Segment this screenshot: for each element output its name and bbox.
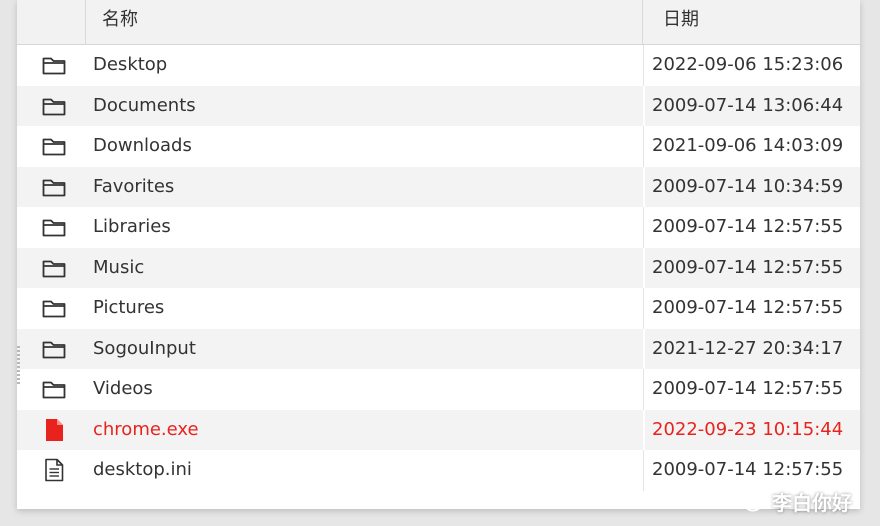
column-divider — [643, 126, 644, 167]
executable-file-icon — [41, 417, 67, 443]
file-name[interactable]: Downloads — [93, 126, 192, 166]
folder-icon — [41, 174, 67, 200]
wechat-icon — [735, 490, 762, 512]
file-date: 2009-07-14 12:57:55 — [652, 297, 844, 318]
icon-column-header[interactable] — [17, 0, 86, 44]
column-divider — [643, 166, 645, 207]
file-row[interactable]: Downloads 2021-09-06 14:03:09 — [17, 126, 860, 167]
file-browser-panel: 名称 日期 Desktop 2022-09-06 15:23:06 Document… — [17, 0, 860, 509]
file-row[interactable]: Music 2009-07-14 12:57:55 — [17, 247, 860, 288]
name-column-header[interactable]: 名称 — [86, 0, 643, 44]
watermark: 李白你好 — [734, 486, 852, 516]
file-row[interactable]: Documents 2009-07-14 13:06:44 — [17, 85, 860, 126]
column-divider — [643, 450, 644, 491]
folder-icon — [41, 376, 67, 402]
date-column-header[interactable]: 日期 — [644, 0, 860, 44]
column-divider — [643, 85, 645, 126]
folder-icon — [41, 295, 67, 321]
file-date: 2022-09-06 15:23:06 — [652, 54, 844, 75]
file-name[interactable]: Libraries — [93, 207, 171, 247]
column-divider — [643, 288, 644, 329]
file-row[interactable]: SogouInput 2021-12-27 20:34:17 — [17, 328, 860, 369]
file-name[interactable]: Music — [93, 248, 144, 288]
file-row[interactable]: Videos 2009-07-14 12:57:55 — [17, 369, 860, 410]
column-divider — [643, 328, 645, 369]
folder-icon — [41, 93, 67, 119]
column-divider — [643, 45, 644, 86]
file-row[interactable]: chrome.exe 2022-09-23 10:15:44 — [17, 409, 860, 450]
file-name[interactable]: chrome.exe — [93, 410, 199, 450]
file-row[interactable]: desktop.ini 2009-07-14 12:57:55 — [17, 450, 860, 491]
column-divider — [643, 409, 645, 450]
file-date: 2009-07-14 12:57:55 — [652, 256, 844, 278]
column-divider — [643, 247, 645, 288]
file-date: 2009-07-14 12:57:55 — [652, 459, 844, 480]
file-name[interactable]: Favorites — [93, 167, 174, 207]
file-row[interactable]: Favorites 2009-07-14 10:34:59 — [17, 166, 860, 207]
file-name[interactable]: Videos — [93, 369, 153, 409]
watermark-text: 李白你好 — [772, 490, 852, 515]
file-date: 2009-07-14 13:06:44 — [652, 94, 844, 116]
file-name[interactable]: SogouInput — [93, 329, 196, 369]
file-name[interactable]: Pictures — [93, 288, 164, 328]
folder-icon — [41, 52, 67, 78]
file-date: 2021-12-27 20:34:17 — [652, 337, 844, 359]
file-list: Desktop 2022-09-06 15:23:06 Documents 2009-… — [17, 45, 860, 491]
file-name[interactable]: Desktop — [93, 45, 167, 85]
text-file-icon — [41, 457, 67, 483]
file-row[interactable]: Pictures 2009-07-14 12:57:55 — [17, 288, 860, 329]
file-name[interactable]: desktop.ini — [93, 450, 192, 490]
resize-handle[interactable] — [17, 346, 20, 386]
folder-icon — [41, 255, 67, 281]
file-name[interactable]: Documents — [93, 86, 196, 126]
file-date: 2022-09-23 10:15:44 — [652, 418, 844, 440]
file-date: 2021-09-06 14:03:09 — [652, 135, 844, 156]
file-row[interactable]: Desktop 2022-09-06 15:23:06 — [17, 45, 860, 86]
folder-icon — [41, 214, 67, 240]
file-date: 2009-07-14 12:57:55 — [652, 216, 844, 237]
file-row[interactable]: Libraries 2009-07-14 12:57:55 — [17, 207, 860, 248]
file-date: 2009-07-14 10:34:59 — [652, 175, 844, 197]
folder-icon — [41, 336, 67, 362]
file-date: 2009-07-14 12:57:55 — [652, 378, 844, 399]
column-divider — [643, 207, 644, 248]
column-divider — [643, 369, 644, 410]
folder-icon — [41, 133, 67, 159]
file-list-header: 名称 日期 — [17, 0, 860, 45]
